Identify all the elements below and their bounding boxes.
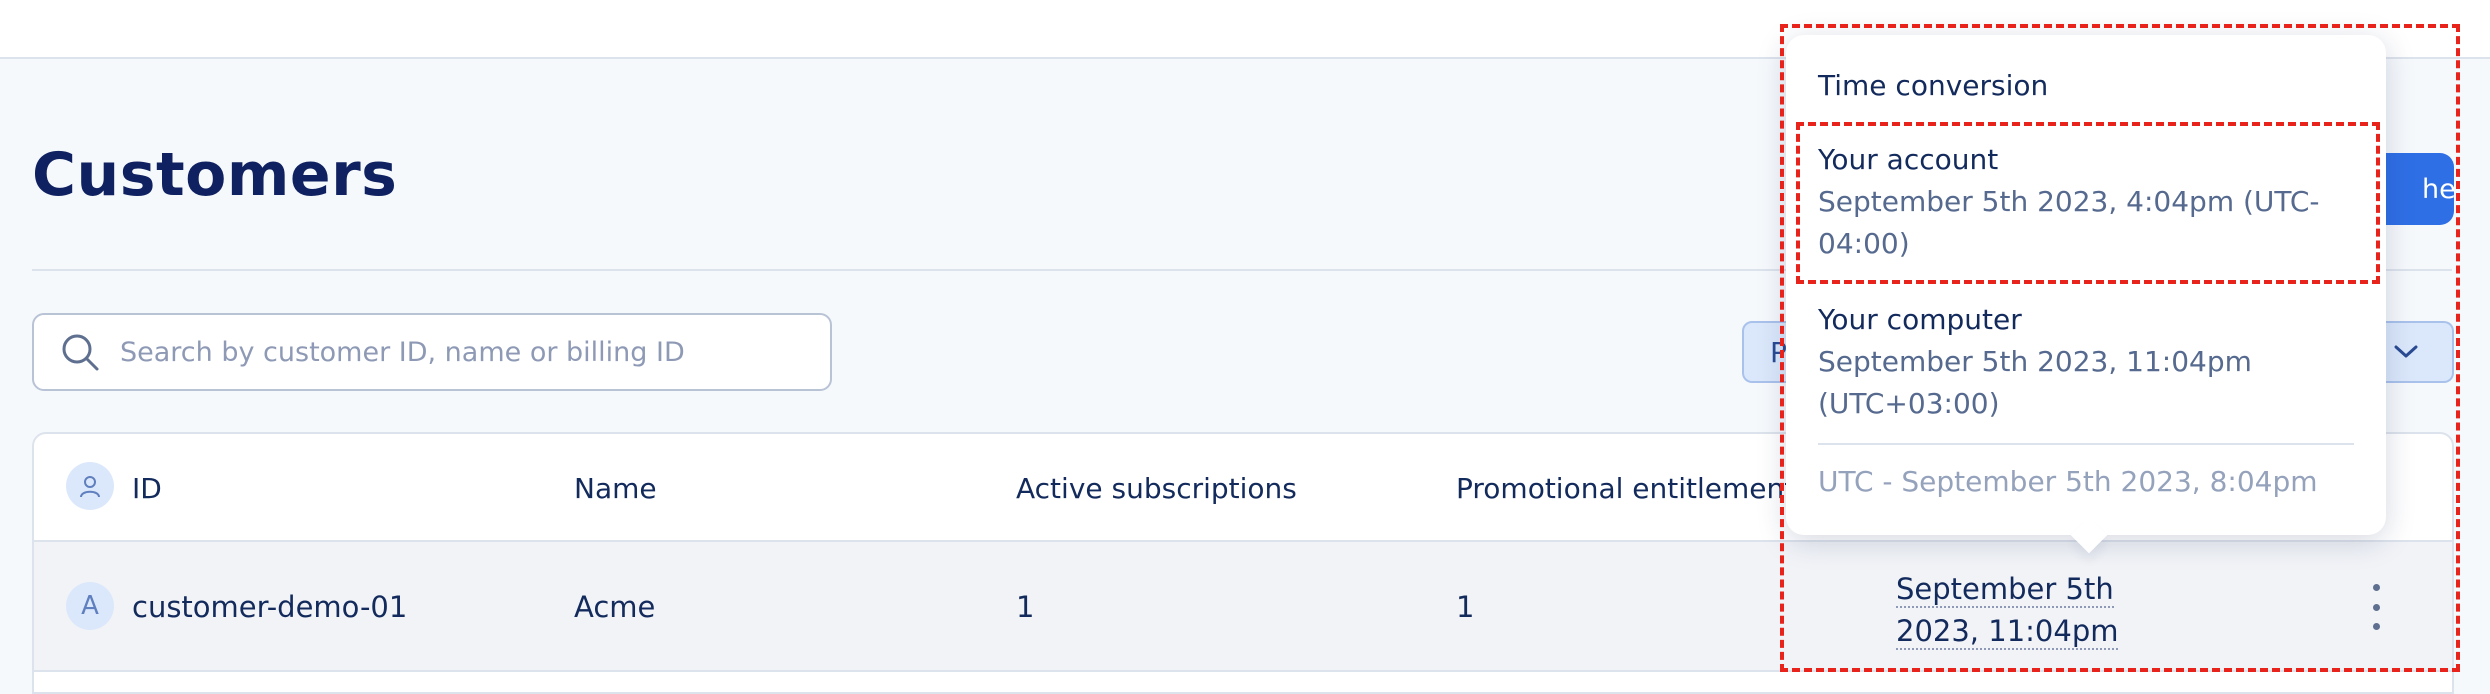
popover-title: Time conversion <box>1818 69 2049 102</box>
created-date-link[interactable]: September 5th 2023, 11:04pm <box>1896 568 2196 652</box>
customer-avatar-letter: A <box>81 591 99 621</box>
person-icon <box>66 462 114 510</box>
active-subscriptions-cell: 1 <box>1016 590 1035 624</box>
column-header-active-subscriptions[interactable]: Active subscriptions <box>1016 472 1297 505</box>
customer-avatar: A <box>66 582 114 630</box>
customer-id-cell[interactable]: customer-demo-01 <box>132 590 407 624</box>
add-customer-button-label: her <box>2422 173 2454 205</box>
your-computer-value: September 5th 2023, 11:04pm (UTC+03:00) <box>1818 345 2252 420</box>
table-row[interactable]: A customer-demo-01 Acme 1 1 September 5t… <box>34 542 2452 672</box>
your-account-label: Your account <box>1818 143 1999 176</box>
search-input[interactable] <box>120 336 800 368</box>
page-title: Customers <box>32 140 398 210</box>
popover-divider <box>1818 443 2354 445</box>
column-header-promotional-entitlements[interactable]: Promotional entitlement <box>1456 472 1795 505</box>
promotional-entitlements-cell: 1 <box>1456 590 1475 624</box>
your-account-value: September 5th 2023, 4:04pm (UTC-04:00) <box>1818 185 2320 260</box>
more-vertical-icon[interactable] <box>2364 584 2388 630</box>
column-header-name[interactable]: Name <box>574 472 657 505</box>
filter-chip-label: P <box>1770 335 1787 369</box>
search-box[interactable] <box>32 313 832 391</box>
customer-name-cell: Acme <box>574 590 656 624</box>
created-date-text: September 5th 2023, 11:04pm <box>1896 572 2119 650</box>
chevron-down-icon <box>2394 345 2418 358</box>
search-icon <box>62 334 99 371</box>
utc-time-value: UTC - September 5th 2023, 8:04pm <box>1818 465 2318 498</box>
column-header-id[interactable]: ID <box>132 472 162 505</box>
your-computer-label: Your computer <box>1818 303 2022 336</box>
time-conversion-popover: Time conversion Your account September 5… <box>1786 35 2386 535</box>
